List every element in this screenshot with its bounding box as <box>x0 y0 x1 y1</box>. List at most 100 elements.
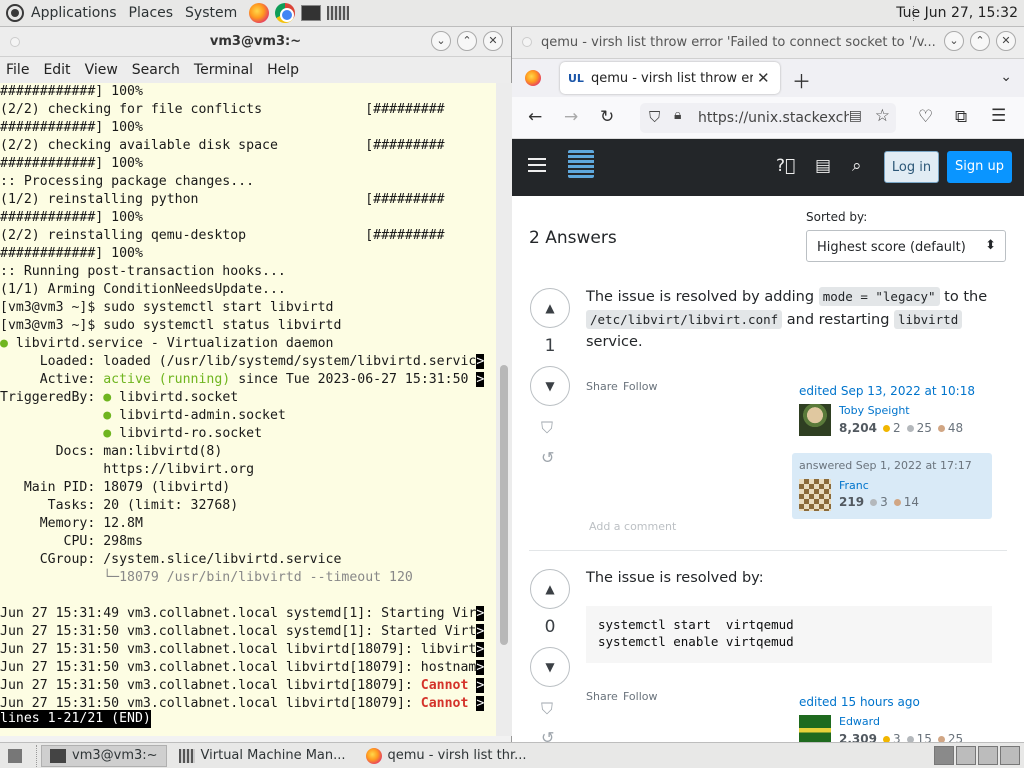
taskbar-item-terminal[interactable]: vm3@vm3:~ <box>41 744 167 767</box>
search-icon[interactable]: ⌕ <box>852 156 862 176</box>
stackexchange-logo-icon[interactable] <box>568 150 594 178</box>
vm-manager-icon <box>178 748 195 763</box>
memory-line: Memory: 12.8M <box>0 516 143 531</box>
bookmark-icon[interactable]: ⛉ <box>541 699 553 719</box>
browser-window: qemu - virsh list throw error 'Failed to… <box>512 27 1024 742</box>
workspace-1[interactable] <box>934 746 954 765</box>
history-icon[interactable]: ↺ <box>541 448 554 467</box>
workspace-switcher <box>932 746 1020 765</box>
list-tabs-chevron-icon[interactable]: ⌄ <box>1000 69 1012 85</box>
pocket-icon[interactable]: ♡ <box>918 107 933 127</box>
follow-link[interactable]: Follow <box>623 690 658 703</box>
terminal-scrollbar-thumb[interactable] <box>500 365 508 645</box>
menu-search[interactable]: Search <box>132 62 180 78</box>
places-menu[interactable]: Places <box>129 5 174 21</box>
browser-titlebar[interactable]: qemu - virsh list throw error 'Failed to… <box>512 27 1024 59</box>
login-button[interactable]: Log in <box>884 151 939 183</box>
menu-view[interactable]: View <box>85 62 118 78</box>
close-button[interactable]: ✕ <box>996 31 1016 51</box>
nav-toolbar: ← → ↻ ⛉ 🔒︎ https://unix.stackexch ▤ ☆ ♡ … <box>512 97 1024 139</box>
docs-line: https://libvirt.org <box>0 462 255 477</box>
url-text[interactable]: https://unix.stackexch <box>698 110 852 126</box>
edited-timestamp[interactable]: edited 15 hours ago <box>799 695 920 709</box>
minimize-button[interactable]: ⌄ <box>431 31 451 51</box>
help-icon[interactable]: ?⃝ <box>776 156 795 176</box>
back-icon[interactable]: ← <box>528 107 542 127</box>
workspace-3[interactable] <box>978 746 998 765</box>
taskbar-item-vm-manager[interactable]: Virtual Machine Man... <box>171 745 354 767</box>
taskbar-item-firefox[interactable]: qemu - virsh list thr... <box>358 745 535 767</box>
lock-icon[interactable]: 🔒︎ <box>674 107 681 123</box>
firefox-launcher-icon[interactable] <box>249 3 270 23</box>
editor-name[interactable]: Edward <box>839 715 880 728</box>
journal-line: Jun 27 15:31:50 vm3.collabnet.local libv… <box>0 659 496 677</box>
clock[interactable]: Tue Jun 27, 15:32 <box>896 5 1018 21</box>
sort-select[interactable]: Highest score (default) <box>806 230 1006 262</box>
close-button[interactable]: ✕ <box>483 31 503 51</box>
window-menu-icon[interactable] <box>10 37 20 47</box>
browser-tab-active[interactable]: UL qemu - virsh list throw error ✕ <box>560 62 780 94</box>
upvote-button[interactable]: ▲ <box>530 288 570 328</box>
url-bar[interactable]: ⛉ 🔒︎ https://unix.stackexch ▤ ☆ <box>640 103 896 133</box>
answer-divider <box>529 550 1007 551</box>
answered-timestamp[interactable]: answered Sep 1, 2022 at 17:17 <box>799 459 972 472</box>
workspace-4[interactable] <box>1000 746 1020 765</box>
minimize-button[interactable]: ⌄ <box>944 31 964 51</box>
hamburger-menu-icon[interactable]: ☰ <box>991 106 1006 126</box>
window-menu-icon[interactable] <box>522 37 532 47</box>
answer-body: The issue is resolved by adding mode = "… <box>586 286 996 354</box>
maximize-button[interactable]: ⌃ <box>457 31 477 51</box>
maximize-button[interactable]: ⌃ <box>970 31 990 51</box>
gold-count: 2 <box>892 421 901 435</box>
downvote-button[interactable]: ▼ <box>530 647 570 687</box>
terminal-launcher-icon[interactable] <box>301 5 322 21</box>
vm-manager-launcher-icon[interactable] <box>327 6 350 20</box>
new-tab-icon[interactable]: ＋ <box>792 67 811 94</box>
menu-help[interactable]: Help <box>267 62 299 78</box>
follow-link[interactable]: Follow <box>623 380 658 393</box>
edited-timestamp[interactable]: edited Sep 13, 2022 at 10:18 <box>799 384 975 398</box>
share-link[interactable]: Share <box>586 690 618 703</box>
editor-name[interactable]: Toby Speight <box>839 404 910 417</box>
console-line: ############] 100% <box>0 246 143 261</box>
menu-file[interactable]: File <box>6 62 29 78</box>
terminal-console[interactable]: ############] 100% (2/2) checking for fil… <box>0 83 496 736</box>
show-desktop-button[interactable] <box>0 744 37 767</box>
reader-view-icon[interactable]: ▤ <box>848 108 862 124</box>
applications-menu[interactable]: Applications <box>31 5 117 21</box>
chrome-launcher-icon[interactable] <box>275 3 296 23</box>
upvote-button[interactable]: ▲ <box>530 569 570 609</box>
status-service-line: ● libvirtd.service - Virtualization daem… <box>0 335 496 353</box>
triggered-line: ● libvirtd-ro.socket <box>0 425 496 443</box>
reload-icon[interactable]: ↻ <box>600 107 614 127</box>
shield-icon[interactable]: ⛉ <box>649 108 660 126</box>
tasks-line: Tasks: 20 (limit: 32768) <box>0 498 239 513</box>
avatar[interactable] <box>799 479 831 511</box>
site-menu-icon[interactable] <box>528 158 546 172</box>
bookmark-star-icon[interactable]: ☆ <box>874 106 890 126</box>
author-name[interactable]: Franc <box>839 479 869 492</box>
downvote-button[interactable]: ▼ <box>530 366 570 406</box>
answer-text: service. <box>586 334 643 350</box>
signup-button[interactable]: Sign up <box>947 151 1012 183</box>
share-link[interactable]: Share <box>586 380 618 393</box>
bookmark-icon[interactable]: ⛉ <box>541 418 553 438</box>
workspace-2[interactable] <box>956 746 976 765</box>
close-tab-icon[interactable]: ✕ <box>757 69 770 87</box>
add-comment-link[interactable]: Add a comment <box>589 520 676 533</box>
site-switcher-icon[interactable]: ▤ <box>815 156 831 176</box>
system-menu[interactable]: System <box>185 5 237 21</box>
console-line: ############] 100% <box>0 84 143 99</box>
active-since: since Tue 2023-06-27 15:31:50 <box>230 372 477 387</box>
menu-terminal[interactable]: Terminal <box>194 62 253 78</box>
extensions-icon[interactable]: ⧉ <box>955 107 967 127</box>
avatar[interactable] <box>799 404 831 436</box>
system-logo-icon[interactable] <box>6 4 24 22</box>
avatar[interactable] <box>799 715 831 742</box>
inline-code: /etc/libvirt/libvirt.conf <box>586 309 783 329</box>
history-icon[interactable]: ↺ <box>541 728 554 742</box>
firefox-view-icon[interactable] <box>525 70 541 86</box>
forward-icon[interactable]: → <box>564 107 578 127</box>
menu-edit[interactable]: Edit <box>43 62 70 78</box>
terminal-titlebar[interactable]: vm3@vm3:~ ⌄ ⌃ ✕ <box>0 27 511 57</box>
